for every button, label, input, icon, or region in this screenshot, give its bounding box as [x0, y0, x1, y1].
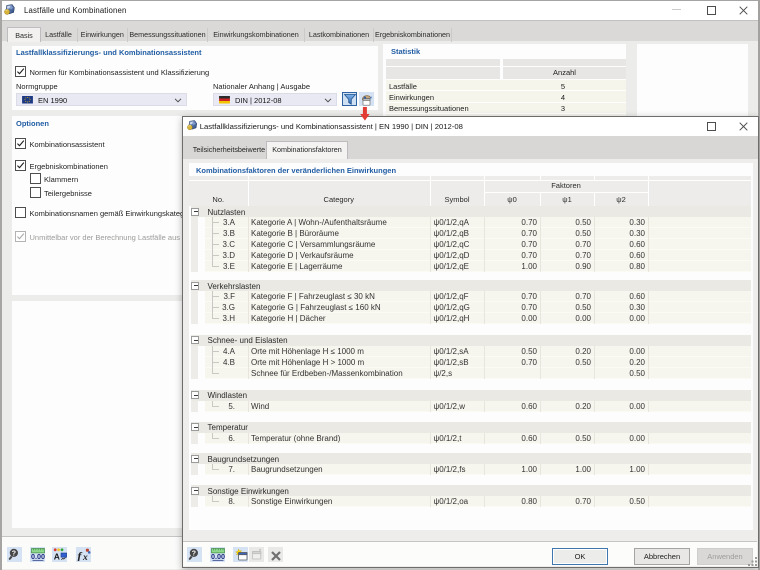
- svg-text:f: f: [77, 549, 82, 561]
- svg-text:A: A: [54, 552, 60, 561]
- svg-text:0.00: 0.00: [211, 552, 225, 561]
- svg-text:?: ?: [12, 550, 16, 557]
- svg-text:0.00: 0.00: [31, 552, 45, 561]
- svg-text:?: ?: [192, 550, 196, 557]
- svg-text:x: x: [82, 553, 88, 561]
